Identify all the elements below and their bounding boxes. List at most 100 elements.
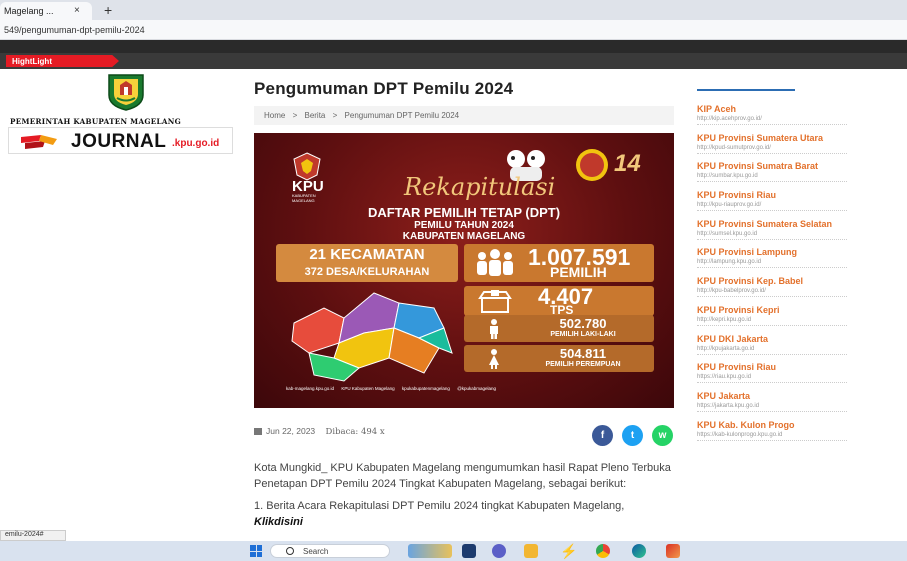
sidebar-link-name[interactable]: KPU Provinsi Kepri [697,305,897,315]
breadcrumb-home[interactable]: Home [264,111,285,120]
browser-tab[interactable]: Magelang ... × [0,2,92,20]
sidebar-link-item[interactable]: KPU Provinsi Riau http://kpu-riauprov.go.… [697,190,897,219]
breadcrumb: Home > Berita > Pengumuman DPT Pemilu 20… [254,106,674,125]
edge-icon[interactable] [632,544,646,558]
sidebar-link-name[interactable]: KIP Aceh [697,104,897,114]
dpt-poster-image: KPU KABUPATEN MAGELANG 14 Rekapitulasi D… [254,133,674,408]
sidebar-link-item[interactable]: KPU Provinsi Kep. Babel http://kpu-babelp… [697,276,897,305]
ballot-box-icon [478,290,512,313]
perempuan-number: 504.811 [559,346,607,361]
sidebar-link-url: http://kpujakarta.go.id [697,346,847,355]
taskbar-search[interactable]: Search [270,544,390,558]
breadcrumb-berita[interactable]: Berita [304,111,325,120]
laki-unit: PEMILIH LAKI-LAKI [550,331,616,338]
sidebar-link-item[interactable]: KPU DKI Jakarta http://kpujakarta.go.id [697,334,897,363]
people-icon [477,249,513,276]
poster-footer-web: kab-magelang.kpu.go.id [286,386,335,391]
sidebar-link-name[interactable]: KPU Provinsi Riau [697,190,897,200]
sidebar-link-item[interactable]: KPU Provinsi Lampung http://lampung.kpu.g… [697,247,897,276]
taskbar-widget-icon[interactable] [408,544,452,558]
sidebar-link-item[interactable]: KPU Provinsi Riau https://riau.kpu.go.id [697,362,897,391]
download-link[interactable]: Klikdisini [254,516,303,528]
page-title: Pengumuman DPT Pemilu 2024 [254,79,514,98]
address-bar[interactable]: 549/pengumuman-dpt-pemilu-2024 [0,20,907,40]
poster-footer-fb: KPU Kabupaten Magelang [341,386,395,391]
sidebar-link-name[interactable]: KPU Kab. Kulon Progo [697,420,897,430]
sidebar-link-item[interactable]: KPU Provinsi Kepri http://kepri.kpu.go.id [697,305,897,334]
sidebar-link-url: http://kpu-babelprov.go.id/ [697,288,847,298]
sidebar-link-url: http://kpud-sumutprov.go.id/ [697,145,847,154]
calendar-icon [254,428,262,435]
article-body: Kota Mungkid_ KPU Kabupaten Magelang men… [254,460,674,536]
sidebar-link-name[interactable]: KPU Provinsi Sumatra Barat [697,161,897,171]
kecamatan-count: 21 KECAMATAN [309,246,425,263]
share-whatsapp-button[interactable]: w [652,425,673,446]
perempuan-box: 504.811 PEMILIH PEREMPUAN [464,345,654,372]
site-top-bar [0,40,907,53]
laki-box: 502.780 PEMILIH LAKI-LAKI [464,315,654,342]
pemilih-box: 1.007.591 PEMILIH [464,244,654,282]
woman-icon [489,349,499,369]
journal-logo[interactable]: JOURNAL .kpu.go.id [8,127,233,154]
article-date: Jun 22, 2023 [266,426,316,436]
breadcrumb-separator: > [292,111,298,120]
article-meta: Jun 22, 2023 Dibaca: 494 x [254,426,385,437]
share-twitter-button[interactable]: t [622,425,643,446]
journal-sub: .kpu.go.id [172,138,220,149]
close-tab-icon[interactable]: × [74,5,80,16]
sidebar-link-name[interactable]: KPU Provinsi Sumatera Selatan [697,219,897,229]
sidebar-link-item[interactable]: KPU Kab. Kulon Progo https://kab-kulonpro… [697,420,897,449]
new-tab-button[interactable]: + [104,2,112,18]
sidebar-link-name[interactable]: KPU Provinsi Riau [697,362,897,372]
highlight-label: HightLight [6,55,119,67]
file-explorer-icon[interactable] [524,544,538,558]
poster-rekap: Rekapitulasi [404,173,556,201]
sidebar-link-item[interactable]: KPU Provinsi Sumatera Selatan http://sums… [697,219,897,248]
office-icon[interactable] [666,544,680,558]
sidebar-link-name[interactable]: KPU Provinsi Lampung [697,247,897,257]
sidebar-links: KIP Aceh http://kip.acehprov.go.id/ KPU P… [697,104,897,448]
sidebar-link-item[interactable]: KPU Provinsi Sumatra Barat http://sumbar.… [697,161,897,190]
kpu-emblem-icon [293,152,321,181]
chrome-icon[interactable] [596,544,610,558]
chat-icon[interactable] [492,544,506,558]
poster-footer: kab-magelang.kpu.go.id KPU Kabupaten Mag… [286,386,656,397]
sidebar-link-item[interactable]: KPU Jakarta https://jakarta.kpu.go.id [697,391,897,420]
journal-word: JOURNAL [71,131,167,152]
magelang-crest-icon [108,74,144,111]
pemkab-logo[interactable]: PEMERINTAH KABUPATEN MAGELANG [8,70,233,127]
breadcrumb-current: Pengumuman DPT Pemilu 2024 [344,111,460,120]
magelang-map-icon [291,292,453,382]
pemilu-day-badge-icon: 14 [576,149,641,181]
url-text: 549/pengumuman-dpt-pemilu-2024 [4,25,145,35]
sidebar-link-url: https://jakarta.kpu.go.id [697,403,847,412]
sidebar-link-name[interactable]: KPU Jakarta [697,391,897,401]
paragraph-prefix: 1. Berita Acara Rekapitulasi DPT Pemilu … [254,500,625,512]
share-facebook-button[interactable]: f [592,425,613,446]
sidebar-link-item[interactable]: KPU Provinsi Sumatera Utara http://kpud-s… [697,133,897,162]
poster-line1: DAFTAR PEMILIH TETAP (DPT) [367,205,561,220]
sidebar-link-url: https://riau.kpu.go.id [697,374,847,384]
start-button[interactable] [250,545,262,557]
man-icon [490,319,498,339]
sidebar-link-name[interactable]: KPU Provinsi Sumatera Utara [697,133,897,143]
sidebar-link-name[interactable]: KPU DKI Jakarta [697,334,897,344]
kecamatan-box: 21 KECAMATAN 372 DESA/KELURAHAN [276,244,458,282]
poster-footer-tw: @kpukabmagelang [457,386,497,391]
sidebar-link-url: http://kepri.kpu.go.id [697,317,847,326]
poster-day: 14 [614,150,641,177]
poster-footer-ig: kpukabupatenmagelang [401,386,450,391]
sidebar-link-item[interactable]: KIP Aceh http://kip.acehprov.go.id/ [697,104,897,133]
poster-line3: KABUPATEN MAGELANG [402,231,526,242]
tab-title: Magelang ... [4,6,54,16]
status-link-preview: emilu-2024# [0,530,66,541]
poster-line2: PEMILU TAHUN 2024 [414,220,514,231]
task-view-icon[interactable] [462,544,476,558]
breadcrumb-separator: > [332,111,338,120]
sidebar-link-name[interactable]: KPU Provinsi Kep. Babel [697,276,897,286]
article-paragraph: Kota Mungkid_ KPU Kabupaten Magelang men… [254,462,671,490]
power-automate-icon[interactable]: ⚡ [560,544,577,558]
pemkab-text: PEMERINTAH KABUPATEN MAGELANG [10,117,182,126]
sidebar-link-url: http://sumsel.kpu.go.id [697,231,847,240]
perempuan-unit: PEMILIH PEREMPUAN [545,361,621,368]
